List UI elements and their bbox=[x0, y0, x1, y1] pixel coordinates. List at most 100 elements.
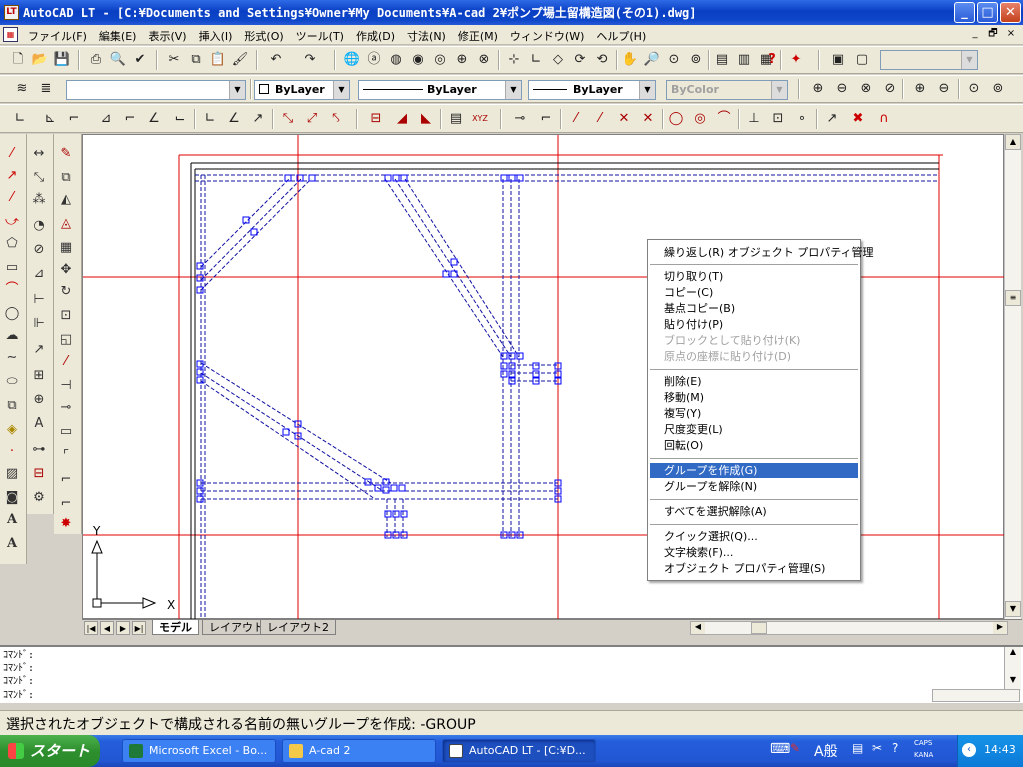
ctx-erase[interactable]: 削除(E) bbox=[650, 374, 858, 389]
arc-icon[interactable]: ⌒ bbox=[2, 280, 22, 300]
xyz-icon[interactable]: XYZ bbox=[470, 109, 490, 129]
pan-icon[interactable]: ✋ bbox=[620, 50, 640, 70]
doc-restore-button[interactable]: 🗗 bbox=[985, 27, 1001, 41]
dim-tolerance-icon[interactable]: ⤡ bbox=[278, 109, 298, 129]
hscroll-thumb[interactable] bbox=[751, 622, 767, 634]
ctx-copy-base[interactable]: 基点コピー(B) bbox=[650, 301, 858, 316]
text-style-icon[interactable]: ▤ bbox=[446, 109, 466, 129]
fillet-icon[interactable]: ⌐ bbox=[56, 470, 76, 490]
layer-previous-icon[interactable]: ≣ bbox=[36, 79, 56, 99]
zoom-window2-icon[interactable]: ⊕ bbox=[808, 79, 828, 99]
polyline-icon[interactable]: ⤻ bbox=[2, 212, 22, 232]
dim-radius-icon[interactable]: ⊿ bbox=[96, 109, 116, 129]
snap-tracking-icon[interactable]: ⌐ bbox=[536, 109, 556, 129]
globe-icon[interactable]: ⊕ bbox=[452, 50, 472, 70]
regen-icon[interactable]: ⟲ bbox=[592, 50, 612, 70]
scroll-up-icon[interactable]: ▲ bbox=[1005, 134, 1021, 150]
zoom-previous-icon[interactable]: ⊚ bbox=[686, 50, 706, 70]
layer-combo[interactable]: ▼ bbox=[66, 80, 246, 100]
snap-nearest-icon[interactable]: ↗ bbox=[822, 109, 842, 129]
match-properties-icon[interactable]: 🖌 bbox=[230, 50, 250, 70]
ctx-copy-sel[interactable]: 複写(Y) bbox=[650, 406, 858, 421]
globe2-icon[interactable]: ⊗ bbox=[474, 50, 494, 70]
array-icon[interactable]: ▦ bbox=[56, 238, 76, 258]
vdim-edit-icon[interactable]: A bbox=[29, 414, 49, 434]
dim-diameter-icon[interactable]: ⌐ bbox=[120, 109, 140, 129]
dim-aligned-icon[interactable]: ⊾ bbox=[40, 109, 60, 129]
vdim-leader-icon[interactable]: ↗ bbox=[29, 340, 49, 360]
viewport-icon[interactable]: ▢ bbox=[852, 50, 872, 70]
dim-style-icon[interactable]: ⊟ bbox=[366, 109, 386, 129]
dim-ordinate-icon[interactable]: ⌐ bbox=[64, 109, 84, 129]
extend-icon[interactable]: ⊣ bbox=[56, 376, 76, 396]
ellipse-icon[interactable]: ⬭ bbox=[2, 372, 22, 392]
tab-layout2[interactable]: レイアウト2 bbox=[260, 620, 336, 635]
line-icon[interactable]: ⁄ bbox=[2, 144, 22, 164]
zoom-dynamic-icon[interactable]: ⊖ bbox=[832, 79, 852, 99]
web-browse-icon[interactable]: ◎ bbox=[430, 50, 450, 70]
ctx-move[interactable]: 移動(M) bbox=[650, 390, 858, 405]
hscroll-left-icon[interactable]: ◀ bbox=[691, 622, 705, 634]
redo-icon[interactable]: ↷ bbox=[300, 50, 320, 70]
point-icon[interactable]: · bbox=[2, 442, 22, 462]
dim-center-icon[interactable]: ⤢ bbox=[302, 109, 322, 129]
vdim-aligned-icon[interactable]: ⤡ bbox=[29, 168, 49, 188]
scroll-thumb[interactable]: ≡ bbox=[1005, 290, 1021, 306]
region-icon[interactable]: ◙ bbox=[2, 488, 22, 508]
snap-node-icon[interactable]: ∘ bbox=[792, 109, 812, 129]
menu-insert[interactable]: 挿入(I) bbox=[193, 28, 239, 44]
tab-next-icon[interactable]: ▶ bbox=[116, 621, 130, 635]
zoom-all-icon[interactable]: ⊙ bbox=[964, 79, 984, 99]
redraw-icon[interactable]: ⟳ bbox=[570, 50, 590, 70]
selection-grips[interactable] bbox=[196, 174, 562, 539]
ime-keyboard-icon[interactable]: ⌨ bbox=[770, 741, 790, 757]
ctx-find[interactable]: 文字検索(F)... bbox=[650, 545, 858, 560]
copy-object-icon[interactable]: ⧉ bbox=[56, 168, 76, 188]
vdim-continue-icon[interactable]: ⊩ bbox=[29, 314, 49, 334]
vdim-ordinate-icon[interactable]: ⁂ bbox=[29, 190, 49, 210]
clock[interactable]: 14:43 bbox=[984, 743, 1016, 756]
ime-dictionary-icon[interactable]: ▤ bbox=[852, 741, 863, 755]
mtext-icon[interactable]: A bbox=[2, 510, 22, 530]
mirror-icon[interactable]: ◭ bbox=[56, 190, 76, 210]
snap-none-icon[interactable]: ✖ bbox=[848, 109, 868, 129]
snap-apparent-icon[interactable]: ✕ bbox=[638, 109, 658, 129]
star-icon[interactable]: ✦ bbox=[786, 50, 806, 70]
command-window[interactable]: ｺﾏﾝﾄﾞ: ｺﾏﾝﾄﾞ: ｺﾏﾝﾄﾞ: ｺﾏﾝﾄﾞ: ▲ ▼ bbox=[0, 645, 1023, 703]
dim-continue-icon[interactable]: ∠ bbox=[224, 109, 244, 129]
make-block-icon[interactable]: ◈ bbox=[2, 420, 22, 440]
publish-icon[interactable]: ◍ bbox=[386, 50, 406, 70]
vdim-update-icon[interactable]: ⊟ bbox=[29, 464, 49, 484]
chamfer-icon[interactable]: ⌜ bbox=[56, 446, 76, 466]
save-icon[interactable]: 💾 bbox=[52, 50, 72, 70]
drawing-svg[interactable]: Y X bbox=[83, 135, 1005, 620]
undo-icon[interactable]: ↶ bbox=[266, 50, 286, 70]
ctx-repeat[interactable]: 繰り返し(R) オブジェクト プロパティ管理 bbox=[650, 245, 874, 260]
osnap-settings-icon[interactable]: ∩ bbox=[874, 109, 894, 129]
zoom-realtime-icon[interactable]: 🔎 bbox=[642, 50, 662, 70]
dim-baseline-icon[interactable]: ∟ bbox=[200, 109, 220, 129]
minimize-button[interactable]: _ bbox=[954, 2, 975, 23]
doc-minimize-button[interactable]: _ bbox=[967, 27, 983, 41]
ctx-cut[interactable]: 切り取り(T) bbox=[650, 269, 858, 284]
autocad-app-icon[interactable]: LT bbox=[4, 5, 19, 20]
doc-close-button[interactable]: × bbox=[1003, 27, 1019, 41]
ctx-properties[interactable]: オブジェクト プロパティ管理(S) bbox=[650, 561, 858, 576]
menu-view[interactable]: 表示(V) bbox=[142, 28, 192, 44]
join-icon[interactable]: ▭ bbox=[56, 422, 76, 442]
dim-angular-icon[interactable]: ∠ bbox=[144, 109, 164, 129]
etransmit-icon[interactable]: ◉ bbox=[408, 50, 428, 70]
rotate-icon[interactable]: ↻ bbox=[56, 282, 76, 302]
dim-edit-icon[interactable]: ⤣ bbox=[326, 109, 346, 129]
zoom-scale-icon[interactable]: ⊗ bbox=[856, 79, 876, 99]
hatch-icon[interactable]: ▨ bbox=[2, 464, 22, 484]
scale-icon[interactable]: ⊡ bbox=[56, 306, 76, 326]
dim-update-icon[interactable]: ◢ bbox=[392, 109, 412, 129]
vdim-angular-icon[interactable]: ⊿ bbox=[29, 264, 49, 284]
layer-manager-icon[interactable]: ≋ bbox=[12, 79, 32, 99]
snap-icon[interactable]: ⊹ bbox=[504, 50, 524, 70]
rectangle-icon[interactable]: ▭ bbox=[2, 258, 22, 278]
cmd-scroll-down-icon[interactable]: ▼ bbox=[1005, 675, 1021, 689]
tab-last-icon[interactable]: ▶| bbox=[132, 621, 146, 635]
ray-icon[interactable]: ↗ bbox=[2, 166, 22, 186]
